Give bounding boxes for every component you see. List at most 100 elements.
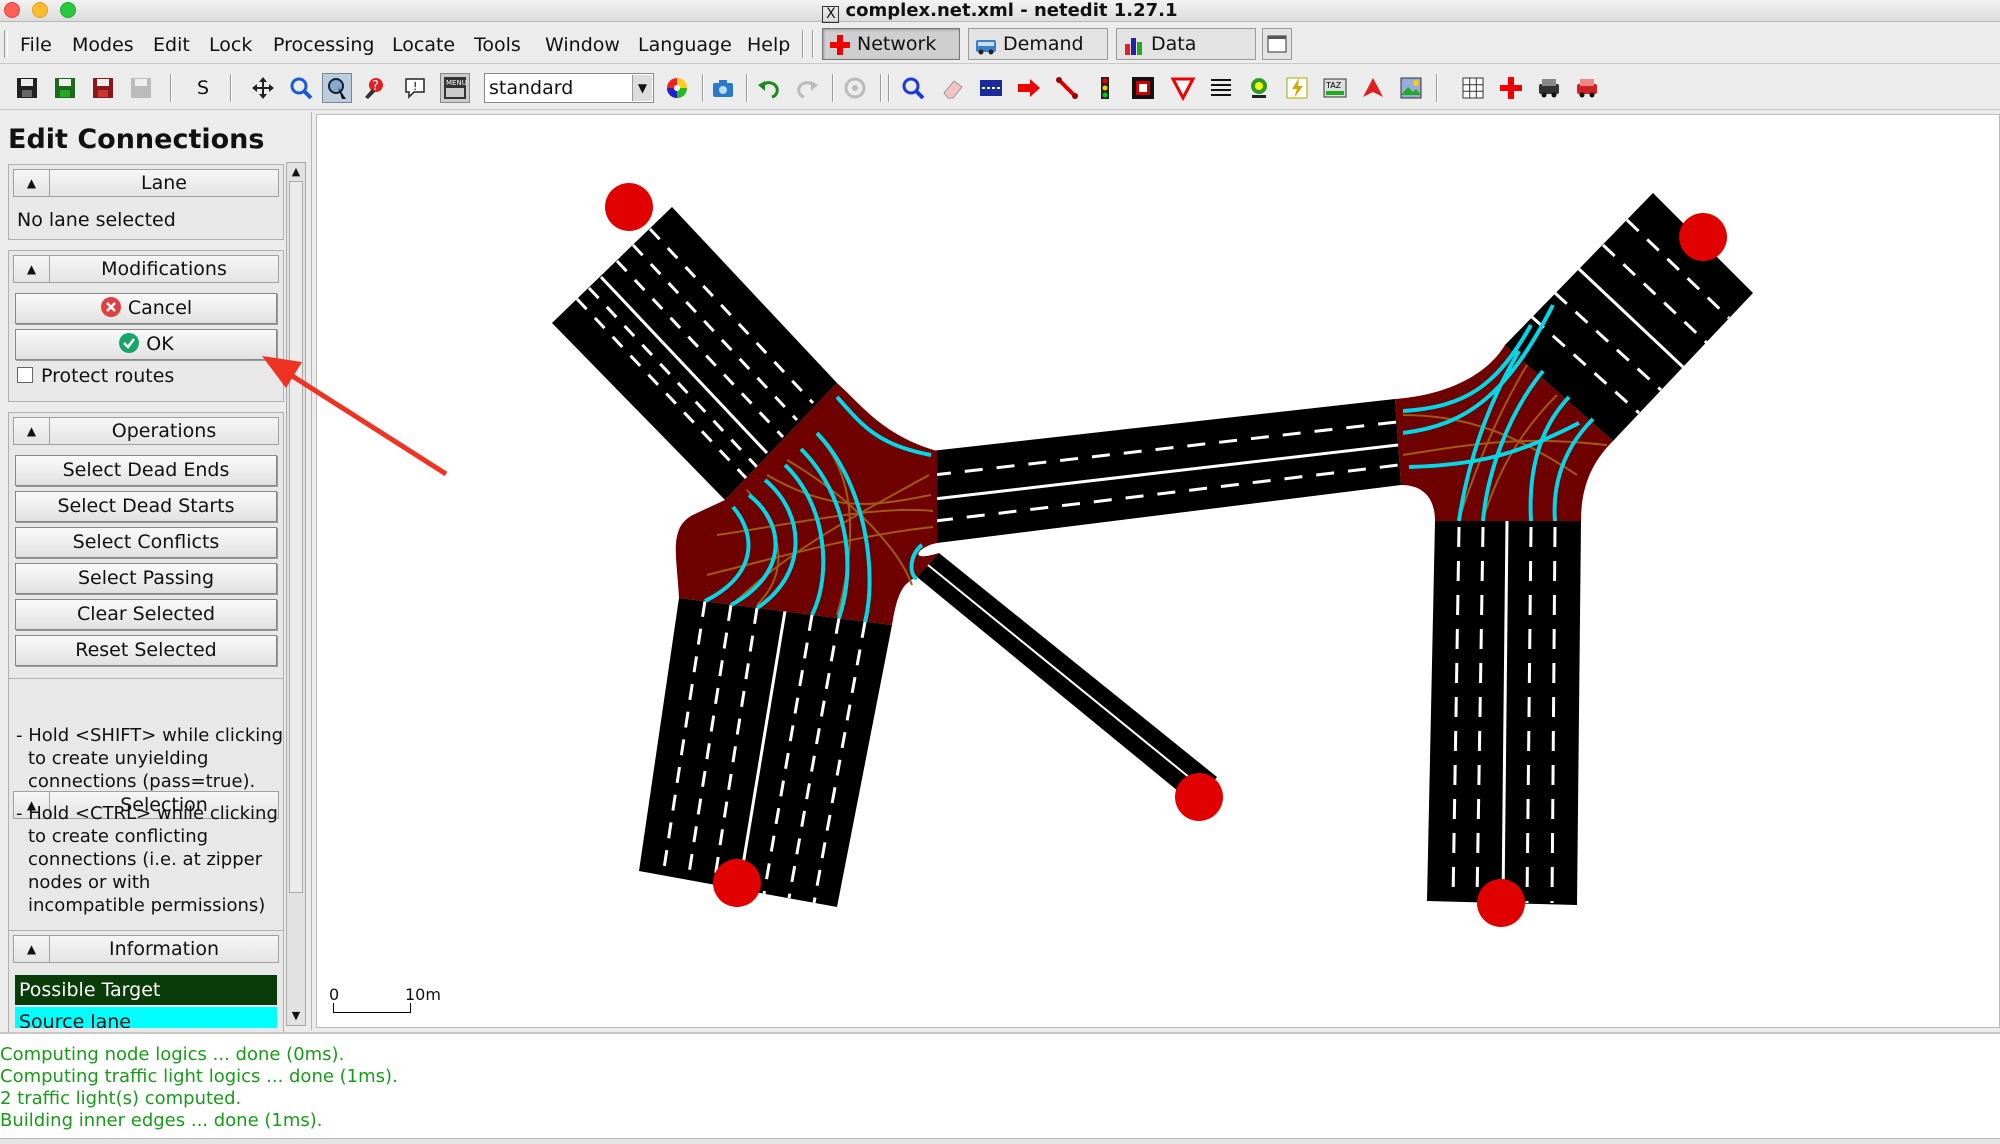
message-log[interactable]: Computing node logics ... done (0ms). Co…	[0, 1032, 2000, 1138]
screenshot-button[interactable]	[708, 73, 738, 103]
inspect-mode-button[interactable]	[286, 73, 316, 103]
scroll-thumb[interactable]	[289, 181, 303, 893]
chevron-down-icon[interactable]: ▼	[632, 75, 652, 101]
dead-end-node[interactable]	[1679, 213, 1727, 261]
tool-bar: S ? ! MENU standard ▼ TAZ	[0, 66, 2000, 110]
operations-group-header[interactable]: ▲ Operations	[13, 417, 279, 445]
move-mode-button[interactable]	[248, 73, 278, 103]
delete-mode-button[interactable]: ?	[360, 73, 390, 103]
collapse-icon[interactable]: ▲	[14, 256, 50, 282]
supermode-data-button[interactable]: Data	[1116, 28, 1256, 60]
clear-selected-button[interactable]: Clear Selected	[15, 599, 277, 630]
supermode-network-button[interactable]: Network	[822, 28, 960, 60]
floppy-icon	[17, 78, 37, 98]
prohibition-mode-button[interactable]	[1168, 73, 1198, 103]
additional-mode-button[interactable]	[1206, 73, 1236, 103]
move-button[interactable]	[1014, 73, 1044, 103]
modifications-group-header[interactable]: ▲ Modifications	[13, 255, 279, 283]
toggle-vehicles-button[interactable]	[1534, 73, 1564, 103]
traffic-light-mode-button[interactable]	[1090, 73, 1120, 103]
supermode-demand-label: Demand	[1003, 33, 1084, 55]
save-demand-button[interactable]	[88, 73, 118, 103]
menu-lock[interactable]: Lock	[209, 34, 252, 56]
data-chart-icon	[1125, 38, 1142, 55]
select-conflicts-button[interactable]: Select Conflicts	[15, 527, 277, 558]
network-delete-button[interactable]	[938, 73, 968, 103]
red-cross-icon	[1500, 77, 1522, 99]
grid-icon	[1462, 77, 1484, 99]
toggle-grid-button[interactable]	[840, 73, 870, 103]
wire-mode-button[interactable]	[1244, 73, 1274, 103]
menu-locate[interactable]: Locate	[392, 34, 455, 56]
information-group-header[interactable]: ▲ Information	[13, 935, 279, 963]
save-s-button[interactable]: S	[188, 73, 218, 103]
view-menu-button[interactable]: MENU	[440, 73, 470, 103]
lane-group-header[interactable]: ▲ Lane	[13, 169, 279, 197]
menu-language[interactable]: Language	[638, 34, 732, 56]
cancel-button[interactable]: Cancel	[15, 293, 277, 324]
protect-routes-checkbox[interactable]	[17, 367, 33, 383]
decal-mode-button[interactable]	[1282, 73, 1312, 103]
window-title-wrap: Xcomplex.net.xml - netedit 1.27.1	[0, 0, 2000, 23]
svg-text:TAZ: TAZ	[1325, 81, 1342, 90]
stop-sign-icon	[1251, 78, 1267, 98]
shape-mode-button[interactable]	[1358, 73, 1388, 103]
reset-selected-button[interactable]: Reset Selected	[15, 635, 277, 666]
toggle-red-vehicles-button[interactable]	[1572, 73, 1602, 103]
toolbar-separator	[746, 74, 748, 102]
undo-list-button[interactable]: !	[400, 73, 430, 103]
supermode-demand-button[interactable]: Demand	[968, 28, 1108, 60]
menu-tools[interactable]: Tools	[474, 34, 521, 56]
operations-group-title: Operations	[111, 420, 217, 442]
scale-end-label: 10m	[405, 985, 441, 1004]
network-canvas[interactable]: 0 10m	[316, 114, 2000, 1028]
connection-mode-button[interactable]	[1052, 73, 1082, 103]
menu-icon: MENU	[444, 77, 467, 99]
select-dead-starts-button[interactable]: Select Dead Starts	[15, 491, 277, 522]
network-view[interactable]	[317, 115, 2000, 1029]
frame-scrollbar[interactable]: ▲ ▼	[286, 162, 306, 1026]
color-scheme-select[interactable]: standard ▼	[484, 73, 654, 103]
crossing-mode-button[interactable]	[1128, 73, 1158, 103]
save-network-button[interactable]	[12, 73, 42, 103]
dead-end-node[interactable]	[713, 859, 761, 907]
taz-icon: TAZ	[1323, 78, 1347, 98]
redo-button[interactable]	[792, 73, 822, 103]
taz-mode-button[interactable]: TAZ	[1320, 73, 1350, 103]
ok-button[interactable]: OK	[15, 329, 277, 360]
edit-coloring-button[interactable]	[662, 73, 692, 103]
network-icon	[830, 35, 850, 55]
select-passing-button[interactable]: Select Passing	[15, 563, 277, 594]
menu-processing[interactable]: Processing	[273, 34, 374, 56]
menu-file[interactable]: File	[20, 34, 52, 56]
dead-end-node[interactable]	[605, 183, 653, 231]
menu-help[interactable]: Help	[747, 34, 790, 56]
dead-end-node[interactable]	[1477, 879, 1525, 927]
hint-line: to create unyielding	[28, 748, 209, 769]
collapse-icon[interactable]: ▲	[14, 170, 50, 196]
edge-southwest[interactable]	[639, 598, 892, 907]
toolbar-separator	[1436, 74, 1438, 102]
toggle-junction-shape-button[interactable]	[1496, 73, 1526, 103]
ok-label: OK	[146, 333, 174, 355]
select-dead-ends-button[interactable]: Select Dead Ends	[15, 455, 277, 486]
collapse-icon[interactable]: ▲	[14, 418, 50, 444]
scroll-down-icon[interactable]: ▼	[287, 1007, 305, 1025]
toggle-grid-display-button[interactable]	[1458, 73, 1488, 103]
menu-window[interactable]: Window	[545, 34, 620, 56]
save-additionals-button[interactable]	[50, 73, 80, 103]
network-inspect-button[interactable]	[898, 73, 928, 103]
save-data-button[interactable]	[126, 73, 156, 103]
menu-edit[interactable]: Edit	[153, 34, 190, 56]
scroll-up-icon[interactable]: ▲	[287, 163, 305, 181]
collapse-icon[interactable]: ▲	[14, 936, 50, 962]
window-toggle-button[interactable]	[1262, 28, 1292, 60]
undo-button[interactable]	[754, 73, 784, 103]
hint-line: connections (pass=true).	[28, 771, 256, 792]
select-mode-button[interactable]	[322, 73, 352, 103]
create-edge-button[interactable]	[976, 73, 1006, 103]
move-arrows-icon	[252, 77, 274, 99]
dead-end-node[interactable]	[1175, 773, 1223, 821]
menu-modes[interactable]: Modes	[72, 34, 134, 56]
poi-mode-button[interactable]	[1396, 73, 1426, 103]
